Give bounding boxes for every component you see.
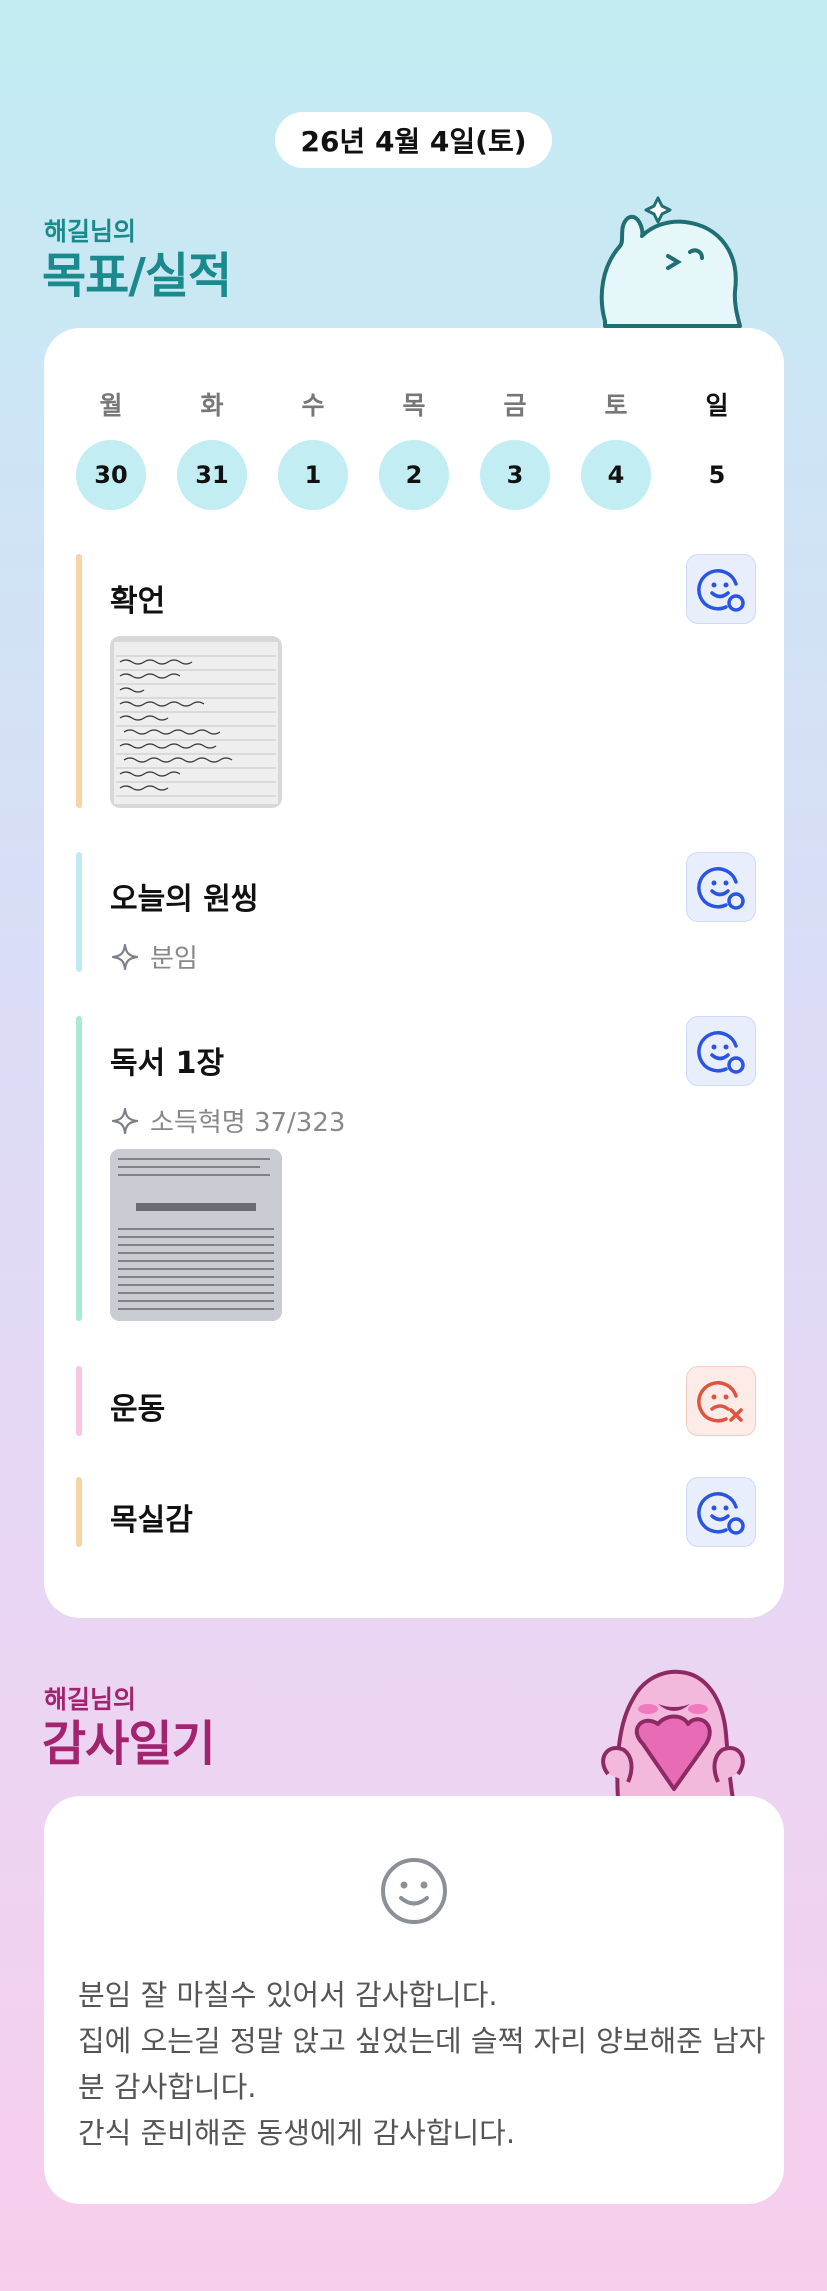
smile-check-icon <box>697 569 745 612</box>
day-date-button[interactable]: 5 <box>682 440 752 510</box>
date-label: 26년 4월 4일(토) <box>300 125 527 158</box>
day-name: 목 <box>402 391 426 420</box>
gratitude-section-title: 감사일기 <box>42 1716 216 1772</box>
sad-x-icon <box>697 1381 743 1423</box>
smile-face-icon <box>381 1858 447 1924</box>
day-date-button[interactable]: 4 <box>581 440 651 510</box>
goal-title: 목실감 <box>110 1503 193 1538</box>
smile-check-icon <box>697 1031 745 1074</box>
day-date-button[interactable]: 2 <box>379 440 449 510</box>
goal-title: 확언 <box>110 584 166 619</box>
day-name: 금 <box>503 391 527 420</box>
day-date-button[interactable]: 3 <box>480 440 550 510</box>
goals-section-title: 목표/실적 <box>42 248 232 304</box>
goal-photo-thumbnail[interactable] <box>110 636 282 808</box>
day-name: 일 <box>705 391 729 420</box>
goal-color-bar <box>76 554 82 808</box>
goal-title: 오늘의 원씽 <box>110 882 259 917</box>
goal-item[interactable]: 확언 <box>76 554 756 808</box>
smile-check-icon <box>697 867 745 910</box>
day-date-button[interactable]: 1 <box>278 440 348 510</box>
day-date-button[interactable]: 30 <box>76 440 146 510</box>
handwritten-note-image <box>110 636 282 808</box>
heart-mascot-icon <box>601 1669 745 1799</box>
sparkle-icon <box>111 943 139 970</box>
week-strip: 월 화 수 목 금 토 일 30 31 1 2 3 4 5 <box>76 380 756 520</box>
goal-color-bar <box>76 1477 82 1547</box>
smile-check-icon <box>697 1492 745 1535</box>
goal-item[interactable]: 목실감 <box>76 1477 756 1547</box>
ghost-mascot-icon <box>599 196 742 328</box>
goal-title: 운동 <box>110 1392 166 1427</box>
day-name: 월 <box>99 391 123 420</box>
goal-color-bar <box>76 1016 82 1321</box>
date-pill[interactable]: 26년 4월 4일(토) <box>275 112 552 168</box>
sparkle-icon <box>111 1107 139 1134</box>
goal-status-done-button[interactable] <box>686 1477 756 1547</box>
goal-color-bar <box>76 852 82 972</box>
goal-photo-thumbnail[interactable] <box>110 1149 282 1321</box>
goal-status-done-button[interactable] <box>686 852 756 922</box>
goal-note: 분임 <box>110 938 198 975</box>
goal-note-text: 소득혁명 37/323 <box>150 1108 346 1138</box>
day-name: 화 <box>200 391 224 420</box>
goal-status-done-button[interactable] <box>686 554 756 624</box>
day-name: 토 <box>604 391 628 420</box>
goal-item[interactable]: 운동 <box>76 1366 756 1436</box>
goal-color-bar <box>76 1366 82 1436</box>
goal-title: 독서 1장 <box>110 1046 225 1081</box>
goal-note-text: 분임 <box>150 944 198 974</box>
gratitude-diary-text: 분임 잘 마칠수 있어서 감사합니다. 집에 오는길 정말 앉고 싶었는데 슬쩍… <box>78 1978 766 2150</box>
goal-status-missed-button[interactable] <box>686 1366 756 1436</box>
goal-note: 소득혁명 37/323 <box>110 1102 345 1139</box>
goal-item[interactable]: 독서 1장 소득혁명 37/323 <box>76 1016 756 1321</box>
day-date-button[interactable]: 31 <box>177 440 247 510</box>
book-page-image <box>110 1149 282 1321</box>
day-name: 수 <box>301 391 325 420</box>
goal-status-done-button[interactable] <box>686 1016 756 1086</box>
goal-item[interactable]: 오늘의 원씽 분임 <box>76 852 756 975</box>
